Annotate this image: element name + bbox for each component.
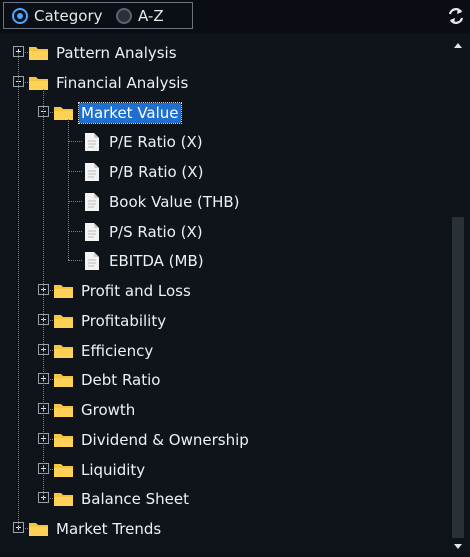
tree-folder-row[interactable]: Financial Analysis <box>2 69 442 97</box>
folder-icon <box>54 404 73 417</box>
tree-folder-row[interactable]: Liquidity <box>2 456 442 484</box>
folder-icon-wrap <box>53 281 75 305</box>
document-icon <box>85 163 99 181</box>
view-mode-header: Category A-Z <box>0 0 470 34</box>
folder-icon <box>54 463 73 477</box>
folder-icon-wrap <box>53 311 75 335</box>
tree-folder-row[interactable]: Growth <box>2 396 442 424</box>
scroll-thumb[interactable] <box>452 217 464 538</box>
folder-icon <box>29 47 48 60</box>
tree-folder-label[interactable]: Pattern Analysis <box>54 43 179 63</box>
tree-connector-line <box>68 260 82 262</box>
document-icon <box>85 192 99 211</box>
document-icon <box>85 133 99 152</box>
tree-folder-row[interactable]: Market Trends <box>2 515 442 543</box>
folder-icon-wrap <box>28 519 50 543</box>
tree-folder-row[interactable]: Dividend & Ownership <box>2 426 442 454</box>
folder-icon <box>54 285 73 298</box>
tree-leaf-label[interactable]: P/S Ratio (X) <box>107 222 205 242</box>
folder-icon-wrap <box>53 430 75 454</box>
folder-open-icon <box>54 106 73 120</box>
tree-folder-row[interactable]: Balance Sheet <box>2 485 442 513</box>
tree-scrollbar[interactable] <box>451 38 465 552</box>
folder-icon <box>54 374 73 388</box>
document-icon-wrap <box>83 132 101 156</box>
scroll-down-arrow[interactable] <box>452 538 464 552</box>
tree-folder-label[interactable]: Profit and Loss <box>79 281 193 301</box>
tree-folder-label[interactable]: Efficiency <box>79 341 155 361</box>
tree-connector-line <box>68 141 82 143</box>
folder-icon <box>29 523 48 536</box>
folder-icon <box>54 344 73 358</box>
folder-open-icon <box>29 76 48 90</box>
tree-folder-label[interactable]: Market Value <box>78 101 182 124</box>
tree-folder-label[interactable]: Financial Analysis <box>54 73 190 93</box>
tree-folder-label[interactable]: Dividend & Ownership <box>79 430 251 450</box>
tree-folder-label[interactable]: Debt Ratio <box>79 370 162 390</box>
folder-icon <box>54 433 73 447</box>
tree-connector-line <box>68 230 82 232</box>
folder-icon-wrap <box>53 460 75 484</box>
tree-connector-line <box>68 118 69 261</box>
document-icon-wrap <box>83 162 101 186</box>
tree-folder-row[interactable]: Pattern Analysis <box>2 39 442 67</box>
document-icon-wrap <box>83 222 101 246</box>
radio-selected-icon <box>12 8 28 24</box>
folder-icon-wrap <box>28 43 50 67</box>
view-mode-radio-group: Category A-Z <box>3 2 193 29</box>
indicator-tree-panel: Category A-Z Pattern Analysis Financial … <box>0 0 470 556</box>
tree-leaf-label[interactable]: P/E Ratio (X) <box>107 132 205 152</box>
tree-connector-line <box>68 171 82 172</box>
document-icon <box>85 222 99 241</box>
tree-folder-label[interactable]: Market Trends <box>54 519 163 539</box>
panel-bottom-edge <box>0 552 470 556</box>
tree-folder-row[interactable]: Debt Ratio <box>2 366 442 394</box>
swap-arrows-icon <box>448 8 464 24</box>
folder-icon-wrap <box>28 73 50 97</box>
radio-category[interactable]: Category <box>12 6 103 26</box>
folder-icon-wrap <box>53 489 75 513</box>
tree-connector-line <box>68 200 82 202</box>
swap-arrows-button[interactable] <box>446 5 466 27</box>
folder-icon-wrap <box>53 370 75 394</box>
folder-icon-wrap <box>53 103 75 127</box>
tree-folder-label[interactable]: Balance Sheet <box>79 489 191 509</box>
radio-category-label: Category <box>34 7 103 25</box>
radio-unselected-icon <box>116 8 132 24</box>
document-icon-wrap <box>83 192 101 216</box>
tree-folder-row[interactable]: Efficiency <box>2 337 442 365</box>
indicator-tree[interactable]: Pattern Analysis Financial Analysis Mark… <box>2 38 450 552</box>
tree-folder-label[interactable]: Growth <box>79 400 137 420</box>
tree-folder-label[interactable]: Profitability <box>79 311 168 331</box>
tree-connector-line <box>18 52 19 528</box>
triangle-up-icon <box>454 43 462 48</box>
tree-leaf-label[interactable]: Book Value (THB) <box>107 192 242 212</box>
scroll-up-arrow[interactable] <box>452 38 464 52</box>
radio-a-z-label: A-Z <box>138 7 164 25</box>
tree-connector-line <box>43 88 44 499</box>
triangle-down-icon <box>454 544 462 549</box>
scroll-track[interactable] <box>451 52 465 538</box>
tree-folder-label[interactable]: Liquidity <box>79 460 147 480</box>
folder-icon <box>54 314 73 328</box>
document-icon-wrap <box>83 251 101 275</box>
folder-icon <box>54 493 73 507</box>
tree-leaf-label[interactable]: P/B Ratio (X) <box>107 162 205 182</box>
tree-leaf-label[interactable]: EBITDA (MB) <box>107 251 206 271</box>
radio-a-z[interactable]: A-Z <box>116 6 164 26</box>
document-icon <box>85 252 99 271</box>
tree-folder-row[interactable]: Profit and Loss <box>2 277 442 305</box>
tree-folder-row[interactable]: Profitability <box>2 307 442 335</box>
folder-icon-wrap <box>53 400 75 424</box>
folder-icon-wrap <box>53 341 75 365</box>
